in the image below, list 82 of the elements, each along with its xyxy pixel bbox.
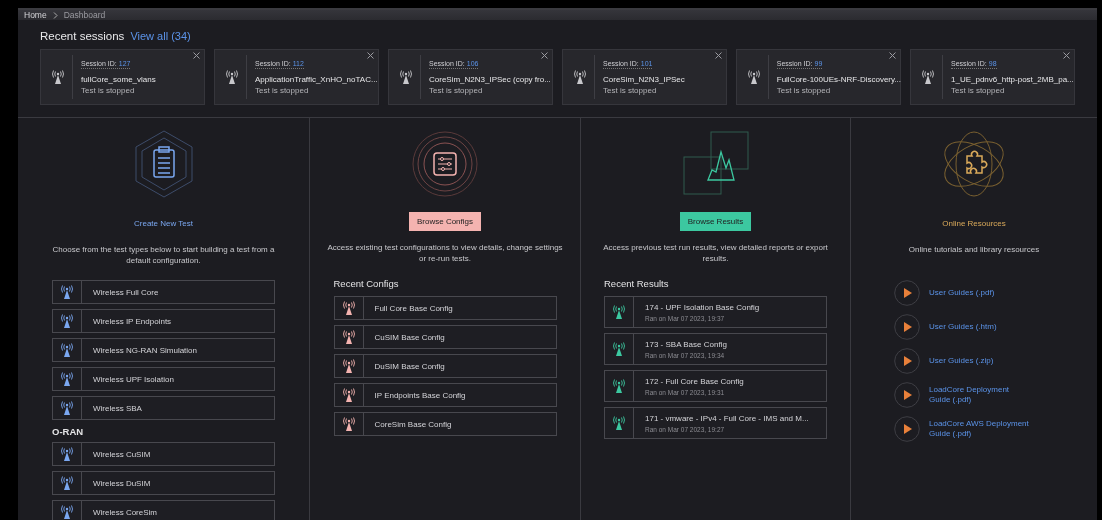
section-title: Recent sessions	[40, 30, 125, 42]
close-button[interactable]	[367, 52, 374, 59]
antenna-icon	[613, 304, 625, 320]
play-icon[interactable]	[894, 347, 920, 374]
config-item[interactable]: CoreSim Base Config	[333, 412, 557, 436]
group-heading: O-RAN	[52, 426, 85, 437]
antenna-icon	[922, 69, 934, 85]
play-icon[interactable]	[894, 415, 920, 442]
antenna-icon	[613, 378, 625, 394]
antenna-icon	[613, 341, 625, 357]
close-button[interactable]	[889, 52, 896, 59]
session-name: FullCore-100UEs-NRF-Discovery...	[776, 74, 900, 84]
antenna-icon	[61, 504, 73, 520]
antenna-icon	[61, 284, 73, 300]
session-name: fullCore_some_vlans	[81, 74, 156, 84]
antenna-icon	[342, 387, 355, 403]
session-status: Test is stopped	[255, 85, 310, 95]
antenna-icon	[61, 400, 73, 416]
antenna-icon	[61, 446, 73, 462]
antenna-icon	[61, 371, 73, 387]
session-status: Test is stopped	[603, 85, 658, 95]
antenna-icon	[342, 416, 355, 432]
resource-link[interactable]: User Guides (.pdf)	[929, 287, 1029, 298]
antenna-icon	[342, 300, 355, 316]
antenna-icon	[226, 69, 238, 85]
chart-squares-icon	[680, 130, 751, 198]
play-icon[interactable]	[894, 313, 920, 340]
play-icon[interactable]	[894, 381, 920, 408]
antenna-icon	[747, 69, 760, 85]
online-resources-title: Online Resources	[942, 218, 1006, 230]
test-type-item[interactable]: Wireless IP Endpoints	[52, 309, 275, 333]
resource-link[interactable]: User Guides (.zip)	[929, 355, 1029, 366]
create-new-test-link[interactable]: Create New Test	[134, 214, 193, 233]
test-type-item[interactable]: Wireless CuSIM	[52, 442, 275, 466]
antenna-icon	[342, 329, 355, 345]
session-status: Test is stopped	[951, 85, 1006, 95]
play-icon[interactable]	[894, 279, 920, 306]
close-button[interactable]	[1063, 52, 1070, 59]
breadcrumb-item[interactable]: Home	[24, 10, 47, 20]
config-item[interactable]: Full Core Base Config	[333, 296, 557, 320]
session-name: CoreSim_N2N3_IPSec	[603, 74, 685, 84]
breadcrumb-item: Dashboard	[63, 10, 106, 20]
antenna-icon	[52, 69, 64, 85]
panel-description: Online tutorials and library resources	[907, 245, 1041, 256]
antenna-icon	[613, 415, 625, 431]
test-type-item[interactable]: Wireless UPF Isolation	[52, 367, 275, 391]
test-type-item[interactable]: Wireless SBA	[52, 396, 275, 420]
test-type-item[interactable]: Wireless CoreSim	[52, 500, 275, 520]
session-name: 1_UE_pdnv6_http-post_2MB_pa...	[951, 74, 1074, 84]
session-name: CoreSim_N2N3_IPSec (copy fro...	[429, 74, 551, 84]
browse-configs-button[interactable]: Browse Configs	[409, 212, 481, 231]
antenna-icon	[61, 313, 73, 329]
resource-link[interactable]: LoadCore AWS Deployment Guide (.pdf)	[929, 418, 1029, 439]
session-status: Test is stopped	[429, 85, 484, 95]
session-name: ApplicationTraffic_XnHO_noTAC...	[255, 74, 378, 84]
antenna-icon	[61, 475, 73, 491]
close-button[interactable]	[715, 52, 722, 59]
test-type-item[interactable]: Wireless NG-RAN Simulation	[52, 338, 275, 362]
browse-results-button[interactable]: Browse Results	[679, 212, 752, 231]
list-title: Recent Configs	[333, 278, 400, 289]
config-item[interactable]: DuSIM Base Config	[333, 354, 557, 378]
antenna-icon	[61, 342, 73, 358]
antenna-icon	[574, 69, 586, 85]
test-type-item[interactable]: Wireless DuSIM	[52, 471, 275, 495]
config-item[interactable]: CuSIM Base Config	[333, 325, 557, 349]
antenna-icon	[400, 69, 412, 85]
chevron-icon	[52, 11, 58, 19]
session-status: Test is stopped	[776, 85, 832, 95]
panel-description: Choose from the test types below to start building a test from a default configuration.	[51, 245, 276, 266]
close-button[interactable]	[541, 52, 548, 59]
sliders-icon	[410, 130, 480, 198]
session-status: Test is stopped	[81, 85, 136, 95]
panel-description: Access existing test configurations to view details, change settings or re-run tests.	[326, 243, 564, 264]
config-item[interactable]: IP Endpoints Base Config	[333, 383, 557, 407]
close-button[interactable]	[193, 52, 200, 59]
resource-link[interactable]: User Guides (.htm)	[929, 321, 1029, 332]
panel-description: Access previous test run results, view detailed reports or export results.	[602, 243, 829, 264]
list-title: Recent Results	[604, 278, 670, 289]
resource-link[interactable]: LoadCore Deployment Guide (.pdf)	[929, 384, 1029, 405]
view-all-link[interactable]: View all (34)	[130, 30, 191, 42]
antenna-icon	[342, 358, 355, 374]
test-type-item[interactable]: Wireless Full Core	[52, 280, 275, 304]
